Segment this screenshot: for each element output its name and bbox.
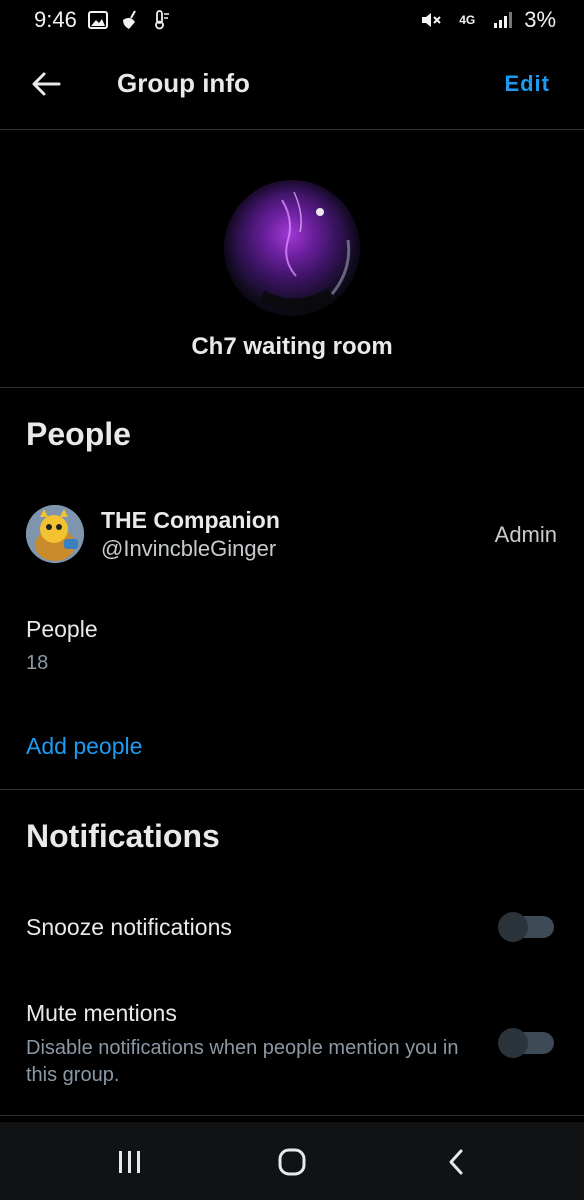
group-name: Ch7 waiting room (191, 333, 393, 360)
snooze-notifications-toggle[interactable] (498, 912, 554, 942)
system-back-button[interactable] (436, 1142, 476, 1182)
system-nav-bar (0, 1122, 584, 1200)
member-row[interactable]: THE Companion @InvincbleGinger Admin (0, 498, 584, 568)
network-4g-icon: 4G (452, 9, 482, 31)
group-section: Ch7 waiting room (0, 130, 584, 388)
people-count-row[interactable]: People 18 (0, 610, 584, 680)
snooze-notifications-label: Snooze notifications (26, 914, 232, 940)
group-avatar[interactable] (224, 180, 360, 316)
signal-icon (492, 9, 514, 31)
network-label: 4G (459, 13, 476, 27)
toggle-knob (498, 912, 528, 942)
mute-mentions-label: Mute mentions (26, 1000, 177, 1026)
member-role-badge: Admin (494, 522, 557, 547)
mute-mentions-toggle[interactable] (498, 1028, 554, 1058)
battery-percent: 3% (524, 7, 556, 32)
home-icon (278, 1148, 306, 1176)
people-count-value: 18 (26, 652, 49, 674)
notifications-heading: Notifications (26, 818, 220, 854)
recents-icon (119, 1151, 140, 1173)
cleaner-icon (119, 9, 141, 31)
back-icon (449, 1149, 463, 1175)
home-button[interactable] (272, 1142, 312, 1182)
mute-mentions-description: Disable notifications when people mentio… (26, 1037, 459, 1086)
thermometer-icon (151, 9, 173, 31)
mute-icon (420, 9, 442, 31)
add-people-button[interactable]: Add people (26, 733, 142, 760)
people-count-label: People (26, 616, 98, 642)
people-section: People THE Companion @InvincbleGinger Ad… (0, 388, 584, 790)
status-time: 9:46 (34, 7, 77, 32)
back-arrow-icon (32, 72, 61, 96)
member-handle: @InvincbleGinger (101, 536, 277, 561)
toggle-knob (498, 1028, 528, 1058)
header: Group info Edit (0, 40, 584, 130)
back-button[interactable] (26, 64, 66, 104)
people-heading: People (26, 416, 131, 452)
notifications-section: Notifications Snooze notifications Mute … (0, 790, 584, 1116)
page-title: Group info (117, 68, 250, 98)
member-avatar (26, 505, 84, 563)
status-bar-right: 4G 3% (420, 7, 556, 33)
status-bar: 9:46 4G 3% (0, 0, 584, 40)
recents-button[interactable] (110, 1142, 150, 1182)
edit-button[interactable]: Edit (504, 71, 550, 97)
gallery-icon (87, 9, 109, 31)
status-bar-left: 9:46 (34, 7, 173, 33)
member-name: THE Companion (101, 507, 280, 533)
